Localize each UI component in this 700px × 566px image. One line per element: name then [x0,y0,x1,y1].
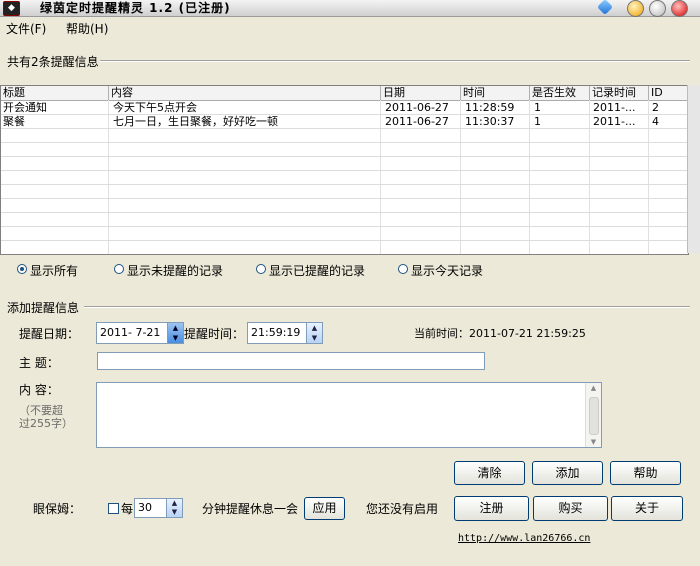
eye-care-checkbox[interactable] [108,503,119,514]
column-header-title[interactable]: 标题 [1,86,109,100]
website-link[interactable]: http://www.lan26766.cn [458,533,590,544]
eye-care-suffix: 分钟提醒休息一会 [202,502,299,516]
cell-content: 七月一日，生日聚餐，好好吃一顿 [109,115,381,128]
reminder-list[interactable]: 标题 内容 日期 时间 是否生效 记录时间 ID 开会通知 今天下午5点开会 2… [0,85,689,255]
empty-row [1,227,688,241]
filter-today-label[interactable]: 显示今天记录 [411,262,483,279]
content-textarea[interactable]: ▲ ▼ [96,382,602,448]
date-spin[interactable]: ▲ ▼ [167,323,183,343]
table-row[interactable]: 聚餐 七月一日，生日聚餐，好好吃一顿 2011-06-27 11:30:37 1… [1,115,688,129]
cell-record-time: 2011-... [590,115,649,128]
menu-bar: 文件(F) 帮助(H) [0,17,700,37]
column-header-active[interactable]: 是否生效 [530,86,590,100]
column-header-id[interactable]: ID [649,86,688,100]
scroll-thumb[interactable] [589,397,599,435]
table-row[interactable]: 开会通知 今天下午5点开会 2011-06-27 11:28:59 1 2011… [1,101,688,115]
time-label: 提醒时间： [184,327,245,341]
content-scrollbar[interactable]: ▲ ▼ [585,383,601,447]
subject-label: 主 题： [19,356,59,370]
column-header-date[interactable]: 日期 [381,86,461,100]
empty-row [1,213,688,227]
title-bar[interactable]: ◆ 绿茵定时提醒精灵 1.2 (已注册) [0,0,700,17]
list-header: 标题 内容 日期 时间 是否生效 记录时间 ID [1,86,688,101]
cell-title: 开会通知 [1,101,109,114]
content-hint-line2: 过255字） [19,417,73,430]
register-button[interactable]: 注册 [454,496,529,521]
column-header-record-time[interactable]: 记录时间 [590,86,649,100]
filter-all-label[interactable]: 显示所有 [30,262,78,279]
current-time: 当前时间：2011-07-21 21:59:25 [414,327,586,340]
list-scrollbar[interactable] [687,85,700,253]
filter-unreminded-radio[interactable] [114,264,124,274]
filter-all-radio[interactable] [17,264,27,274]
empty-row [1,185,688,199]
empty-row [1,143,688,157]
date-label: 提醒日期： [19,327,80,341]
cell-content: 今天下午5点开会 [109,101,381,114]
eye-care-interval-input[interactable]: 30 ▲ ▼ [134,498,183,518]
empty-row [1,241,688,254]
menu-help[interactable]: 帮助(H) [66,20,108,37]
empty-row [1,199,688,213]
add-button[interactable]: 添加 [532,461,603,485]
add-group-divider [84,306,690,308]
cell-active: 1 [530,101,590,114]
close-button[interactable] [671,0,688,17]
empty-row [1,129,688,143]
menu-file[interactable]: 文件(F) [6,20,46,37]
list-group-divider [100,60,690,62]
buy-button[interactable]: 购买 [533,496,608,521]
eye-care-label: 眼保姆： [33,502,82,516]
column-header-time[interactable]: 时间 [461,86,530,100]
empty-row [1,171,688,185]
column-header-content[interactable]: 内容 [109,86,381,100]
filter-unreminded-label[interactable]: 显示未提醒的记录 [127,262,223,279]
cell-id: 4 [649,115,688,128]
cell-time: 11:30:37 [461,115,530,128]
about-button[interactable]: 关于 [611,496,683,521]
eye-care-spin[interactable]: ▲ ▼ [166,499,182,517]
date-value: 2011- 7-21 [100,326,161,339]
cell-date: 2011-06-27 [381,101,461,114]
eye-care-every: 每 [121,502,134,516]
time-value: 21:59:19 [251,326,301,339]
filter-reminded-label[interactable]: 显示已提醒的记录 [269,262,365,279]
help-button[interactable]: 帮助 [610,461,681,485]
time-picker[interactable]: 21:59:19 ▲ ▼ [247,322,323,344]
maximize-button[interactable] [649,0,666,17]
cell-date: 2011-06-27 [381,115,461,128]
filter-reminded-radio[interactable] [256,264,266,274]
clear-button[interactable]: 清除 [454,461,525,485]
eye-care-interval-value: 30 [138,501,152,514]
cell-active: 1 [530,115,590,128]
eye-care-status: 您还没有启用 [366,502,439,516]
date-picker[interactable]: 2011- 7-21 ▲ ▼ [96,322,184,344]
scroll-down-icon[interactable]: ▼ [586,437,601,447]
window-title: 绿茵定时提醒精灵 1.2 (已注册) [40,1,231,15]
time-spin[interactable]: ▲ ▼ [306,323,322,343]
apply-button[interactable]: 应用 [304,497,345,520]
cell-id: 2 [649,101,688,114]
content-label: 内 容： [19,383,59,397]
gem-icon[interactable] [597,0,613,15]
cell-title: 聚餐 [1,115,109,128]
cell-record-time: 2011-... [590,101,649,114]
list-group-title: 共有2条提醒信息 [7,55,99,69]
cell-time: 11:28:59 [461,101,530,114]
app-icon[interactable]: ◆ [3,1,20,16]
add-group-title: 添加提醒信息 [7,301,80,315]
empty-row [1,157,688,171]
subject-input[interactable] [97,352,485,370]
minimize-button[interactable] [627,0,644,17]
filter-today-radio[interactable] [398,264,408,274]
scroll-up-icon[interactable]: ▲ [586,383,601,393]
